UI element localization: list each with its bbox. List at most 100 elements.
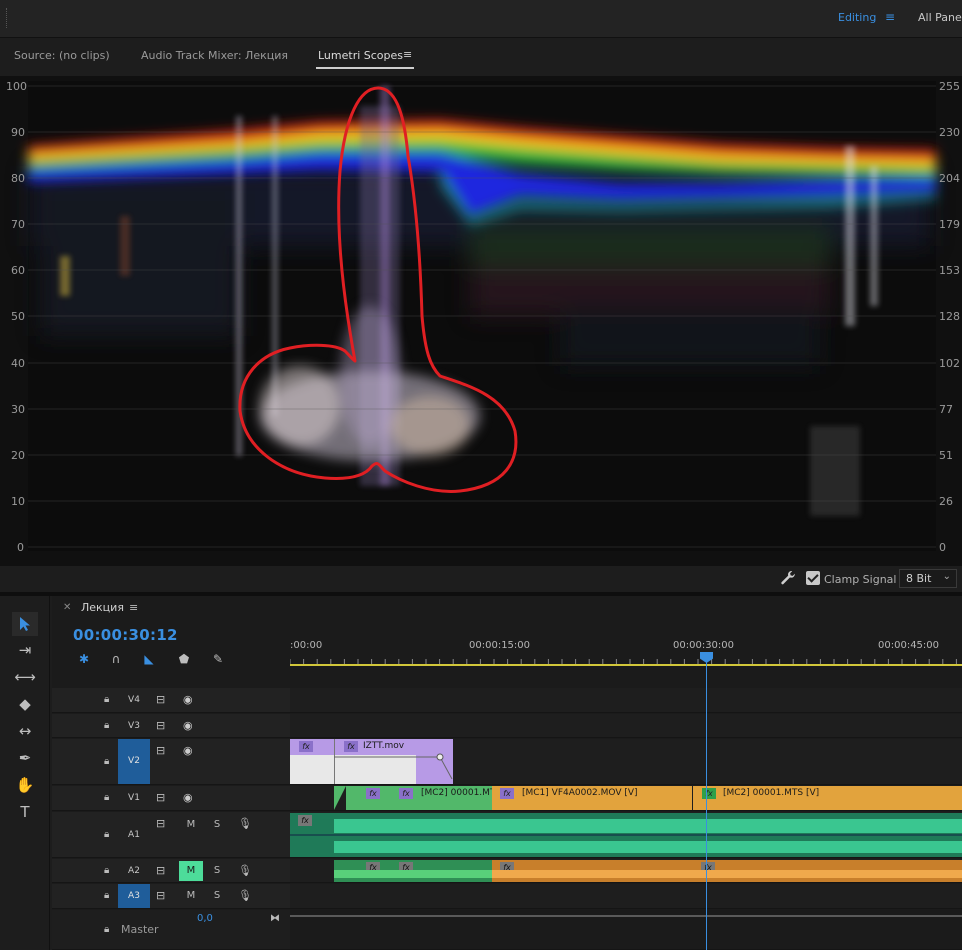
panel-grip[interactable] [6,8,9,28]
type-tool-icon[interactable]: T [12,800,38,824]
track-lane-a3[interactable] [290,884,962,909]
pen-tool-icon[interactable]: ✒ [12,746,38,770]
lock-icon[interactable]: 🔒︎ [104,865,109,876]
lock-icon[interactable]: 🔒︎ [104,924,109,935]
hand-tool-icon[interactable]: ✋ [12,773,38,797]
clip-a2-orange[interactable]: fx fx [492,860,962,882]
track-lane-v2[interactable]: fx fx IZTT.mov [290,739,962,785]
active-tab-indicator [316,67,414,69]
eye-icon[interactable]: ◉ [183,693,193,706]
sync-lock-icon[interactable]: ⊟ [156,693,165,706]
microphone-icon[interactable]: 🎙︎ [238,817,252,830]
track-name-v4[interactable]: V4 [118,695,150,705]
timeline-panel: ✕ Лекция ≡ 00:00:30:12 ✱ ∩ ◣ ⬟ ✎ :00:00 … [52,596,962,950]
scale-right-179: 179 [939,218,960,231]
sequence-menu-icon[interactable]: ≡ [129,601,138,614]
close-icon[interactable]: ✕ [63,602,71,613]
bit-depth-select[interactable]: 8 Bit ⌄ [899,569,957,588]
sync-lock-icon[interactable]: ⊟ [156,817,165,830]
track-select-tool-icon[interactable]: ⇥ [12,638,38,662]
track-lane-a2[interactable]: fx fx fx fx [290,859,962,883]
track-header-v1: 🔒︎ V1 ⊟ ◉ [52,786,290,811]
workspace-editing[interactable]: Editing [838,11,876,24]
clip-v1-mc2-a-label: [MC2] 00001.MTS [421,788,492,798]
scope-left-scale: 100 90 80 70 60 50 40 30 20 10 0 [6,80,27,554]
work-area-bar[interactable] [290,664,962,666]
add-marker-icon[interactable]: ⬟ [176,651,192,667]
workspace-all-panels[interactable]: All Panels [918,11,962,24]
microphone-icon[interactable]: 🎙︎ [238,889,252,902]
solo-button-a1[interactable]: S [205,815,229,835]
clip-v2[interactable]: fx fx IZTT.mov [290,739,453,784]
fx-badge[interactable]: fx [500,788,514,799]
lock-icon[interactable]: 🔒︎ [104,694,109,705]
sync-lock-icon[interactable]: ⊟ [156,864,165,877]
clip-v1-mc2-b[interactable]: fx [MC2] 00001.MTS [V] [693,786,962,810]
mute-button-a2[interactable]: M [179,861,203,881]
tab-source[interactable]: Source: (no clips) [14,49,110,62]
scale-right-153: 153 [939,264,960,277]
fx-badge[interactable]: fx [344,741,358,752]
eye-icon[interactable]: ◉ [183,791,193,804]
track-name-v3[interactable]: V3 [118,721,150,731]
fx-badge[interactable]: fx [366,788,380,799]
razor-tool-icon[interactable]: ◆ [12,692,38,716]
track-lane-a1[interactable]: fx [290,812,962,858]
tab-audio-track-mixer[interactable]: Audio Track Mixer: Лекция [141,49,288,62]
lock-icon[interactable]: 🔒︎ [104,720,109,731]
track-lane-master[interactable] [290,910,962,950]
scale-right-230: 230 [939,126,960,139]
playhead-line[interactable] [706,656,707,950]
lock-icon[interactable]: 🔒︎ [104,756,109,767]
sequence-tab[interactable]: Лекция [81,601,124,614]
nest-sequence-icon[interactable]: ✱ [76,651,92,667]
microphone-icon[interactable]: 🎙︎ [238,864,252,877]
track-name-a3[interactable]: A3 [118,884,150,908]
ruler-label-30: 00:00:30:00 [673,640,735,651]
selection-tool-icon[interactable] [12,612,38,636]
opacity-keyframe-line[interactable] [334,753,453,783]
ripple-edit-tool-icon[interactable]: ⟷ [12,665,38,689]
playhead-timecode[interactable]: 00:00:30:12 [73,626,178,644]
lock-icon[interactable]: 🔒︎ [104,890,109,901]
clip-v1-mc2-a[interactable]: fx fx [MC2] 00001.MTS [334,786,492,810]
sync-lock-icon[interactable]: ⊟ [156,719,165,732]
lock-icon[interactable]: 🔒︎ [104,829,109,840]
track-name-a2[interactable]: A2 [118,866,150,876]
lock-icon[interactable]: 🔒︎ [104,792,109,803]
tab-lumetri-scopes[interactable]: Lumetri Scopes [318,49,403,62]
clip-a1[interactable]: fx [290,813,962,857]
mute-button-a3[interactable]: M [179,886,203,906]
mute-button-a1[interactable]: M [179,815,203,835]
track-name-v2[interactable]: V2 [118,739,150,784]
scale-left-50: 50 [11,310,25,323]
fx-badge[interactable]: fx [702,788,716,799]
solo-button-a3[interactable]: S [205,886,229,906]
slip-tool-icon[interactable]: ↔ [12,719,38,743]
master-collapse-icon[interactable]: ⧓ [270,913,280,924]
sync-lock-icon[interactable]: ⊟ [156,791,165,804]
panel-menu-icon[interactable]: ≡ [403,48,412,61]
clamp-signal-checkbox[interactable] [806,571,820,585]
linked-selection-icon[interactable]: ◣ [141,651,157,667]
track-lane-v3[interactable] [290,714,962,738]
solo-button-a2[interactable]: S [205,861,229,881]
fx-badge[interactable]: fx [399,788,413,799]
master-volume-value[interactable]: 0,0 [197,913,213,924]
sync-lock-icon[interactable]: ⊟ [156,744,165,757]
clip-a2-green[interactable]: fx fx [334,860,492,882]
chevron-down-icon: ⌄ [942,571,951,582]
track-lane-v4[interactable] [290,688,962,713]
snap-magnet-icon[interactable]: ∩ [108,651,124,667]
timeline-settings-icon[interactable]: ✎ [210,651,226,667]
sync-lock-icon[interactable]: ⊟ [156,889,165,902]
clip-v1-mc1[interactable]: fx [MC1] VF4A0002.MOV [V] [492,786,692,810]
track-name-a1[interactable]: A1 [118,830,150,840]
wrench-icon[interactable] [780,570,796,586]
workspace-menu-icon[interactable]: ≡ [885,10,895,24]
eye-icon[interactable]: ◉ [183,744,193,757]
track-name-v1[interactable]: V1 [118,793,150,803]
eye-icon[interactable]: ◉ [183,719,193,732]
fx-badge[interactable]: fx [299,741,313,752]
track-lane-v1[interactable]: fx fx [MC2] 00001.MTS fx [MC1] VF4A0002.… [290,786,962,811]
